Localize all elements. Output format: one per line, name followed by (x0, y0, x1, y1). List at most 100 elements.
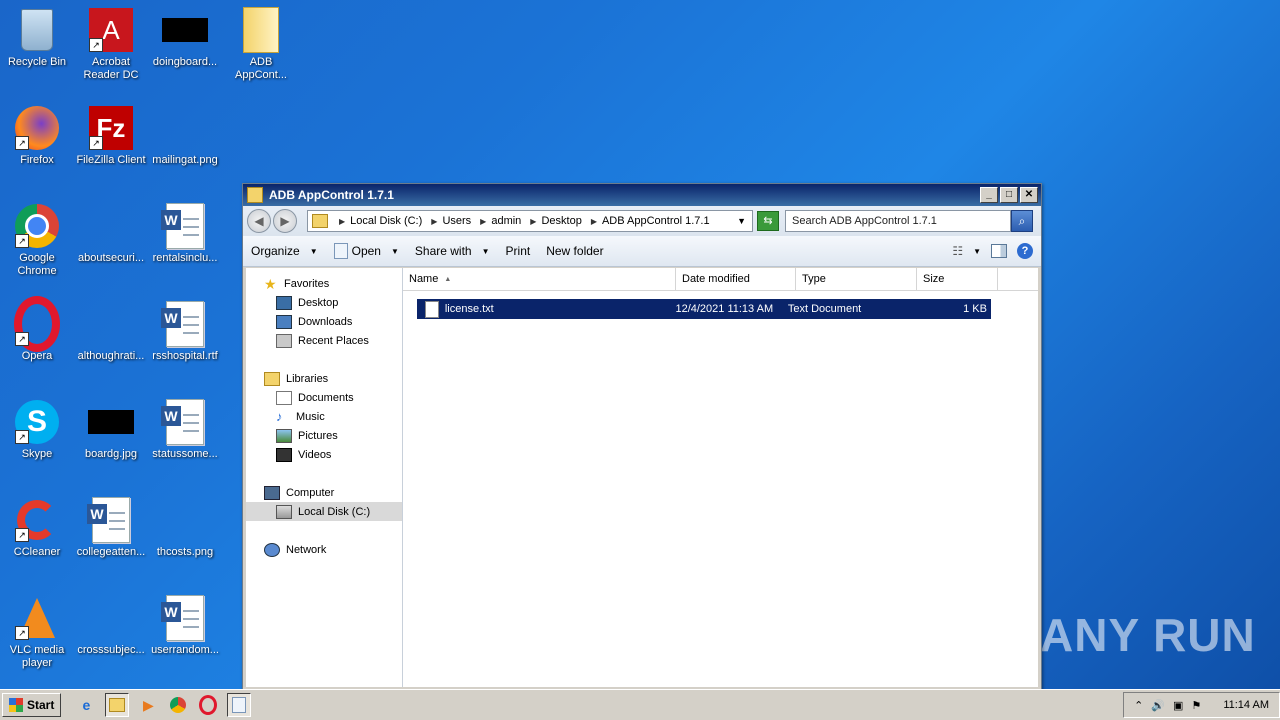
skype-icon: S ↗ (13, 398, 61, 446)
help-icon[interactable]: ? (1017, 243, 1033, 259)
open-button[interactable]: Open ▼ (333, 243, 399, 259)
chevron-right-icon[interactable]: ▶ (480, 217, 486, 226)
desktop-icon-doingboard[interactable]: doingboard... (148, 6, 222, 69)
folder-icon (247, 187, 263, 203)
share-with-button[interactable]: Share with ▼ (415, 244, 490, 258)
network-tray-icon[interactable]: ▣ (1173, 699, 1183, 712)
nav-downloads[interactable]: Downloads (246, 312, 402, 331)
desktop-icon-skype[interactable]: S ↗ Skype (0, 398, 74, 461)
breadcrumb-adb-appcontrol[interactable]: ADB AppControl 1.7.1 (602, 215, 710, 227)
internet-explorer-icon[interactable]: e (75, 694, 97, 716)
downloads-icon (276, 314, 292, 329)
new-folder-button[interactable]: New folder (546, 244, 603, 258)
nav-desktop[interactable]: Desktop (246, 293, 402, 312)
volume-icon[interactable]: 🔊 (1151, 699, 1165, 712)
back-button[interactable]: ◀ (247, 209, 271, 233)
breadcrumb-admin[interactable]: admin (491, 215, 521, 227)
column-headers: Name ▲ Date modified Type Size (403, 268, 1038, 291)
file-icon (87, 300, 135, 348)
chevron-right-icon[interactable]: ▶ (591, 217, 597, 226)
desktop-icon-filezilla[interactable]: Fz ↗ FileZilla Client (74, 104, 148, 167)
word-doc-icon: W (161, 202, 209, 250)
forward-button[interactable]: ▶ (273, 209, 297, 233)
desktop-icon-acrobat[interactable]: A ↗ Acrobat Reader DC (74, 6, 148, 82)
nav-libraries[interactable]: Libraries (246, 369, 402, 388)
recent-places-icon (276, 333, 292, 348)
desktop-icon-vlc[interactable]: ↗ VLC media player (0, 594, 74, 670)
nav-network[interactable]: Network (246, 540, 402, 559)
close-button[interactable]: ✕ (1020, 187, 1038, 203)
action-center-icon[interactable]: ⚑ (1191, 699, 1201, 712)
documents-icon (276, 390, 292, 405)
notepad-taskbar-icon[interactable] (227, 693, 252, 717)
desktop-icon-opera[interactable]: ↗ Opera (0, 296, 74, 363)
folder-icon (312, 214, 328, 228)
desktop-icon-boardg[interactable]: boardg.jpg (74, 398, 148, 461)
desktop-icon (276, 295, 292, 310)
column-header-type[interactable]: Type (796, 268, 917, 290)
windows-logo-icon (9, 698, 23, 712)
chevron-down-icon[interactable]: ▼ (391, 247, 399, 256)
desktop-icon-ccleaner[interactable]: ↗ CCleaner (0, 496, 74, 559)
explorer-taskbar-icon[interactable] (105, 693, 130, 717)
maximize-button[interactable]: □ (1000, 187, 1018, 203)
breadcrumb-desktop[interactable]: Desktop (541, 215, 581, 227)
desktop-icon-rentalsinclu[interactable]: W rentalsinclu... (148, 202, 222, 265)
desktop-icon-userrandom[interactable]: W userrandom... (148, 594, 222, 657)
breadcrumb-local-disk[interactable]: Local Disk (C:) (350, 215, 422, 227)
desktop-icon-althoughrati[interactable]: althoughrati... (74, 300, 148, 363)
chevron-down-icon[interactable]: ▼ (973, 247, 981, 256)
nav-recent-places[interactable]: Recent Places (246, 331, 402, 350)
view-options-icon[interactable]: ☷ (952, 244, 963, 258)
nav-pictures[interactable]: Pictures (246, 426, 402, 445)
minimize-button[interactable]: _ (980, 187, 998, 203)
title-bar[interactable]: ADB AppControl 1.7.1 _ □ ✕ (243, 184, 1041, 206)
desktop-icon-rsshospital[interactable]: W rsshospital.rtf (148, 300, 222, 363)
search-icon[interactable]: ⌕ (1011, 210, 1033, 232)
nav-local-disk[interactable]: Local Disk (C:) (246, 502, 402, 521)
desktop-icon-chrome[interactable]: ↗ Google Chrome (0, 202, 74, 278)
nav-music[interactable]: ♪ Music (246, 407, 402, 426)
print-button[interactable]: Print (506, 244, 531, 258)
desktop-icon-mailingat[interactable]: mailingat.png (148, 104, 222, 167)
media-player-icon[interactable]: ▶ (137, 694, 159, 716)
start-button[interactable]: Start (2, 693, 62, 717)
file-icon (87, 202, 135, 250)
chevron-down-icon: ▼ (481, 246, 490, 256)
chevron-down-icon[interactable]: ▼ (737, 216, 746, 226)
firefox-icon: ↗ (13, 104, 61, 152)
chevron-right-icon[interactable]: ▶ (431, 217, 437, 226)
chevron-right-icon[interactable]: ▶ (530, 217, 536, 226)
column-header-name[interactable]: Name ▲ (403, 268, 676, 290)
desktop-icon-statussome[interactable]: W statussome... (148, 398, 222, 461)
videos-icon (276, 447, 292, 462)
desktop-icon-collegeatten[interactable]: W collegeatten... (74, 496, 148, 559)
nav-favorites[interactable]: ★ Favorites (246, 274, 402, 293)
nav-computer[interactable]: Computer (246, 483, 402, 502)
show-hidden-icons-icon[interactable]: ⌃ (1134, 699, 1143, 712)
desktop-icon-recycle-bin[interactable]: Recycle Bin (0, 6, 74, 69)
breadcrumb-users[interactable]: Users (442, 215, 471, 227)
organize-button[interactable]: Organize ▼ (251, 244, 318, 258)
search-input[interactable]: Search ADB AppControl 1.7.1 (785, 210, 1011, 232)
nav-documents[interactable]: Documents (246, 388, 402, 407)
address-bar[interactable]: ▶ Local Disk (C:) ▶ Users ▶ admin ▶ Desk… (307, 210, 753, 232)
preview-pane-icon[interactable] (991, 244, 1007, 258)
file-row-license[interactable]: license.txt 12/4/2021 11:13 AM Text Docu… (417, 299, 991, 319)
nav-videos[interactable]: Videos (246, 445, 402, 464)
desktop-icon-aboutsecuri[interactable]: aboutsecuri... (74, 202, 148, 265)
opera-icon: ↗ (13, 296, 61, 352)
pictures-icon (276, 428, 292, 443)
column-header-date-modified[interactable]: Date modified (676, 268, 796, 290)
music-icon: ♪ (276, 408, 283, 424)
column-header-size[interactable]: Size (917, 268, 998, 290)
desktop-icon-adb-folder[interactable]: ADB AppCont... (224, 6, 298, 82)
refresh-button[interactable]: ⇆ (757, 211, 779, 231)
chrome-taskbar-icon[interactable] (167, 694, 189, 716)
clock[interactable]: 11:14 AM (1223, 699, 1269, 711)
desktop-icon-firefox[interactable]: ↗ Firefox (0, 104, 74, 167)
desktop-icon-thcosts[interactable]: thcosts.png (148, 496, 222, 559)
vlc-icon: ↗ (13, 594, 61, 642)
desktop-icon-crosssubjec[interactable]: crosssubjec... (74, 594, 148, 657)
opera-taskbar-icon[interactable] (197, 694, 219, 716)
